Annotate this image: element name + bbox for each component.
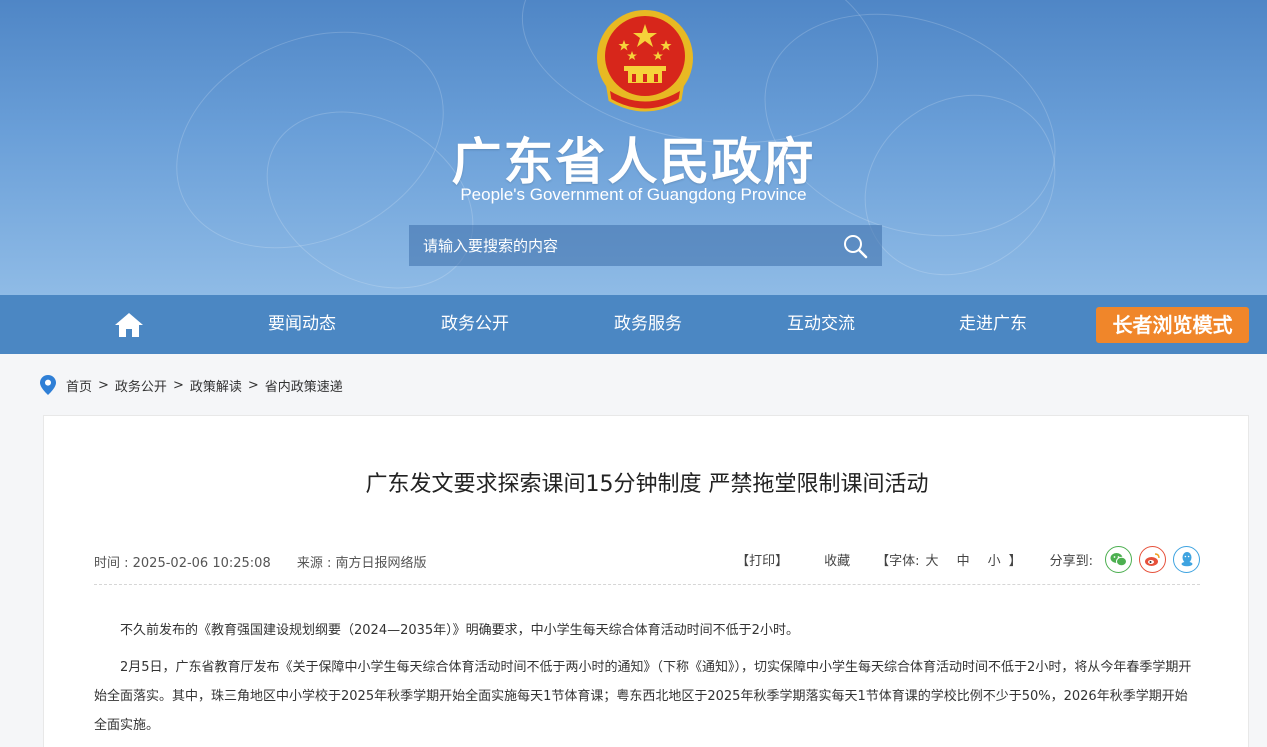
site-subtitle: People's Government of Guangdong Provinc…	[460, 185, 807, 204]
article-paragraph: 2月5日，广东省教育厅发布《关于保障中小学生每天综合体育活动时间不低于两小时的通…	[94, 660, 1192, 733]
breadcrumb-separator: >	[247, 377, 259, 393]
article-meta: 时间 : 2025-02-06 10:25:08 来源 : 南方日报网络版 【打…	[94, 545, 1200, 585]
location-pin-icon	[40, 375, 56, 395]
nav-item-news[interactable]: 要闻动态	[232, 295, 372, 354]
breadcrumb-provincial-policy[interactable]: 省内政策速递	[265, 376, 343, 395]
publish-time: 时间 : 2025-02-06 10:25:08	[94, 556, 271, 571]
home-icon[interactable]	[113, 311, 145, 339]
font-medium-button[interactable]: 中	[957, 550, 970, 569]
favorite-button[interactable]: 收藏	[824, 550, 850, 569]
breadcrumb: 首页 > 政务公开 > 政策解读 > 省内政策速递	[40, 374, 343, 396]
share-label: 分享到:	[1049, 553, 1093, 569]
breadcrumb-separator: >	[172, 377, 184, 393]
font-size-label: 【字体:	[876, 553, 920, 569]
weibo-icon[interactable]	[1139, 545, 1166, 573]
qq-icon[interactable]	[1173, 545, 1200, 573]
font-large-button[interactable]: 大	[926, 550, 939, 569]
nav-item-interaction[interactable]: 互动交流	[751, 295, 891, 354]
search-icon[interactable]	[842, 233, 868, 259]
breadcrumb-home[interactable]: 首页	[66, 376, 92, 395]
site-title: 广东省人民政府	[451, 133, 816, 191]
nav-item-about-guangdong[interactable]: 走进广东	[923, 295, 1063, 354]
breadcrumb-gov-affairs-open[interactable]: 政务公开	[115, 376, 167, 395]
article-title: 广东发文要求探索课间15分钟制度 严禁拖堂限制课间活动	[365, 472, 929, 497]
font-size-close: 】	[1008, 553, 1022, 569]
article-panel: 广东发文要求探索课间15分钟制度 严禁拖堂限制课间活动 时间 : 2025-02…	[43, 415, 1249, 747]
article-source: 来源 : 南方日报网络版	[296, 556, 427, 571]
header-banner: 广东省人民政府 People's Government of Guangdong…	[0, 0, 1267, 295]
print-button[interactable]: 【打印】	[736, 550, 788, 569]
breadcrumb-separator: >	[98, 377, 109, 393]
wechat-icon[interactable]	[1105, 545, 1132, 573]
article-paragraph: 不久前发布的《教育强国建设规划纲要（2024—2035年）》明确要求，中小学生每…	[120, 623, 799, 638]
national-emblem-icon	[597, 10, 693, 112]
article-body: 不久前发布的《教育强国建设规划纲要（2024—2035年）》明确要求，中小学生每…	[94, 616, 1200, 747]
elder-mode-button[interactable]: 长者浏览模式	[1096, 307, 1249, 343]
search-input[interactable]	[409, 225, 829, 266]
nav-item-gov-services[interactable]: 政务服务	[578, 295, 718, 354]
main-nav: 要闻动态 政务公开 政务服务 互动交流 走进广东	[0, 295, 1267, 354]
search-box	[409, 225, 882, 266]
breadcrumb-policy-interpretation[interactable]: 政策解读	[190, 376, 242, 395]
font-small-button[interactable]: 小	[988, 550, 1001, 569]
nav-item-gov-affairs-open[interactable]: 政务公开	[405, 295, 545, 354]
meta-divider	[94, 584, 1200, 585]
